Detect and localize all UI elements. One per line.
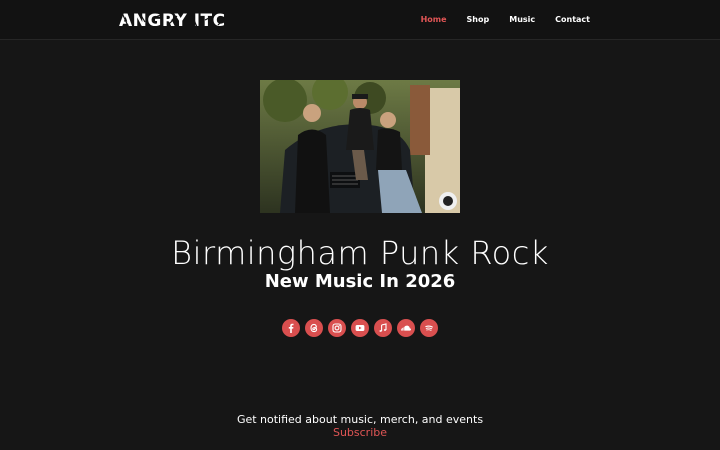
brand-logo[interactable]: ANGRY ITCH	[119, 10, 240, 31]
nav-music[interactable]: Music	[509, 15, 535, 24]
threads-icon[interactable]	[305, 319, 323, 337]
notify-text: Get notified about music, merch, and eve…	[236, 413, 484, 426]
spotify-icon[interactable]	[420, 319, 438, 337]
soundcloud-icon[interactable]	[397, 319, 415, 337]
youtube-icon[interactable]	[351, 319, 369, 337]
instagram-icon[interactable]	[328, 319, 346, 337]
band-photo	[260, 80, 460, 213]
facebook-icon[interactable]	[282, 319, 300, 337]
nav-home[interactable]: Home	[421, 15, 447, 24]
hero-subtitle: New Music In 2026	[264, 271, 456, 292]
hero-title: Birmingham Punk Rock	[171, 234, 549, 272]
social-links	[282, 319, 438, 337]
subscribe-link[interactable]: Subscribe	[0, 426, 720, 439]
nav-contact[interactable]: Contact	[555, 15, 590, 24]
nav-shop[interactable]: Shop	[467, 15, 490, 24]
apple-music-icon[interactable]	[374, 319, 392, 337]
site-header: ANGRY ITCH Home Shop Music Contact	[0, 0, 720, 40]
main-nav: Home Shop Music Contact	[421, 15, 590, 24]
